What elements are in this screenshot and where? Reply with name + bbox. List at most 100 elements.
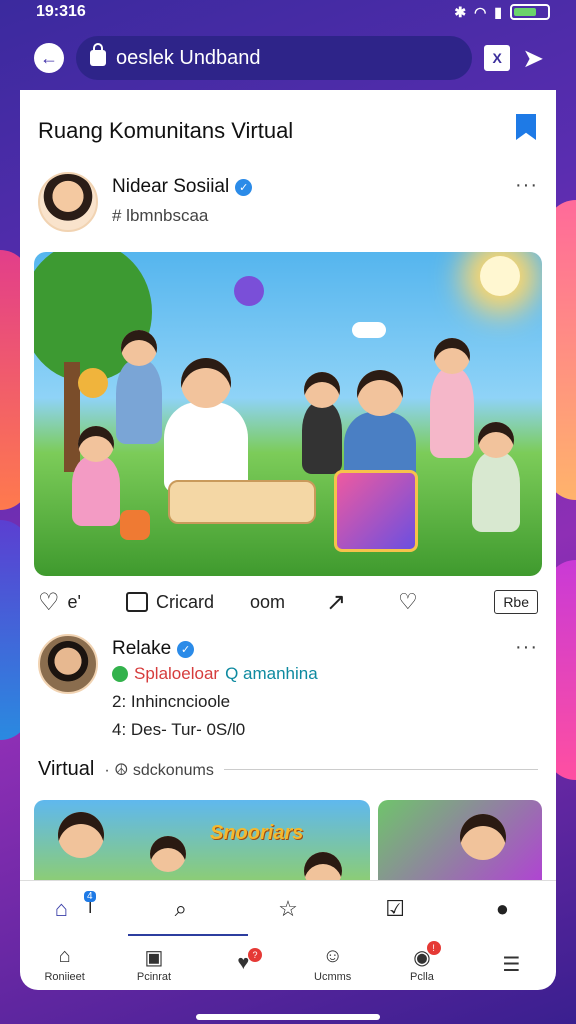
user-icon: ●: [495, 895, 509, 921]
notification-badge: ?: [247, 948, 262, 962]
bookmark-icon[interactable]: [516, 114, 536, 140]
status-icons: ✱ ◠ ▮: [454, 4, 550, 21]
house-icon: ⌂: [54, 895, 69, 921]
game-board-shape: [334, 470, 418, 552]
react-button[interactable]: ♡: [398, 589, 418, 615]
comment-button[interactable]: Cricard: [126, 592, 250, 613]
nav-item-menu[interactable]: ☰: [467, 952, 556, 976]
home-indicator[interactable]: [196, 1014, 380, 1020]
sun-shape: [480, 256, 520, 296]
child-figure: [472, 422, 520, 532]
bottom-nav: ⌂ Roniieet ▣ Pcinrat ♥ ? ☺ Ucmms ◉ ! Pcl…: [20, 938, 556, 990]
page-title: Ruang Komunitans Virtual: [38, 118, 294, 143]
battery-icon: [510, 4, 550, 20]
tab-home-label: I: [88, 899, 93, 917]
toy-shape: [234, 276, 264, 306]
like-button[interactable]: ♡ e': [38, 588, 126, 617]
share-label: oom: [250, 591, 286, 612]
smiley-icon: ☺: [322, 945, 343, 967]
comment-icon: [126, 592, 148, 612]
comment-header: Relake ✓ ···: [38, 634, 538, 694]
child-figure: [72, 426, 120, 526]
nav-label: Roniieet: [44, 971, 85, 983]
house-icon: ⌂: [58, 945, 71, 967]
nav-item-book[interactable]: ▣ Pcinrat: [109, 945, 198, 983]
game-table-shape: [168, 480, 316, 524]
verified-icon: ✓: [177, 640, 195, 658]
tab-inbox[interactable]: ☑: [365, 889, 425, 929]
tab-search[interactable]: ⌕: [151, 889, 211, 929]
nav-item-home[interactable]: ⌂ Roniieet: [20, 945, 109, 983]
author-row: Nidear Sosiial ✓: [112, 176, 501, 198]
verified-icon: ✓: [235, 178, 253, 196]
active-tab-indicator: [128, 934, 248, 936]
tabs-button[interactable]: X: [484, 45, 511, 71]
signal-icon: ▮: [494, 3, 502, 20]
back-button[interactable]: ←: [34, 43, 64, 73]
cloud-shape: [352, 322, 386, 338]
person-shape: [150, 836, 186, 872]
comment-block: Relake ✓ ··· Splaloeloar Q amanhina 2: I…: [38, 634, 538, 740]
comment-meta: Relake ✓: [112, 634, 501, 660]
url-text: oeslek Undband: [116, 46, 261, 69]
avatar[interactable]: [38, 172, 98, 232]
react-icon: ♡: [398, 589, 418, 614]
comment-label: Cricard: [156, 591, 215, 612]
share-text-button[interactable]: oom: [250, 592, 326, 613]
tab-favorites[interactable]: ☆: [258, 889, 318, 929]
search-icon: ⌕: [174, 895, 187, 921]
post-image[interactable]: [34, 252, 542, 576]
section-header: Virtual · ☮ sdckonums: [38, 758, 538, 781]
star-icon: ☆: [278, 895, 298, 921]
thumbnail-card[interactable]: Snooriars: [34, 800, 370, 890]
comment-list-item: 4: Des- Tur- 0S/l0: [112, 720, 246, 739]
book-icon: ▣: [144, 947, 164, 969]
menu-icon: ☰: [502, 954, 521, 976]
nav-label: Ucmms: [314, 971, 352, 983]
share-button[interactable]: ↗: [326, 588, 398, 617]
content-card: Ruang Komunitans Virtual Nidear Sosiial …: [20, 90, 556, 990]
more-options-icon[interactable]: ···: [515, 636, 538, 659]
comment-list-item: 2: Inhincncioole: [112, 692, 231, 711]
tab-home[interactable]: ⌂ 4 I: [44, 889, 104, 929]
nav-item-heart[interactable]: ♥ ?: [199, 948, 288, 976]
section-subtitle: · ☮ sdckonums: [104, 761, 214, 779]
send-icon[interactable]: ➤: [522, 43, 544, 74]
nav-label: Pclla: [410, 971, 434, 983]
home-badge: 4: [84, 890, 96, 902]
person-shape: [58, 812, 104, 858]
lock-icon: [90, 43, 106, 66]
bluetooth-icon: ✱: [454, 3, 467, 20]
status-bar: 19:316 ✱ ◠ ▮: [0, 0, 576, 24]
section-title: Virtual: [38, 758, 95, 780]
tab-profile[interactable]: ●: [472, 889, 532, 929]
thumbnail-card[interactable]: [378, 800, 542, 890]
thumbnail-title: Snooriars: [210, 822, 304, 844]
child-figure: [116, 330, 162, 444]
avatar[interactable]: [38, 634, 98, 694]
person-shape: [460, 814, 506, 860]
adult-figure: [164, 358, 248, 492]
save-button[interactable]: Rbe: [494, 590, 538, 614]
like-count: e': [67, 591, 81, 612]
nav-item-smiley[interactable]: ☺ Ucmms: [288, 945, 377, 983]
share-arrow-icon: ↗: [326, 588, 347, 616]
author-name[interactable]: Nidear Sosiial: [112, 176, 229, 198]
more-options-icon[interactable]: ···: [515, 174, 538, 197]
comment-author-row: Relake ✓: [112, 638, 501, 660]
comment-author[interactable]: Relake: [112, 638, 171, 660]
browser-toolbar: ← oeslek Undband X ➤: [20, 30, 556, 86]
wifi-icon: ◠: [474, 3, 487, 20]
address-bar[interactable]: oeslek Undband: [76, 36, 473, 80]
nav-label: Pcinrat: [136, 971, 172, 983]
child-figure: [430, 338, 474, 458]
post-actions: ♡ e' Cricard oom ↗ ♡ Rbe: [38, 584, 538, 620]
inbox-icon: ☑: [385, 895, 406, 921]
heart-icon: ♡: [38, 588, 60, 616]
nav-item-palette[interactable]: ◉ ! Pclla: [377, 941, 466, 983]
toy-shape: [120, 510, 150, 540]
divider: [223, 769, 538, 770]
post-meta: Nidear Sosiial ✓ # lbmnbscaa: [112, 172, 501, 226]
feed-tab-bar: ⌂ 4 I ⌕ ☆ ☑ ●: [20, 880, 556, 936]
post-header: Nidear Sosiial ✓ # lbmnbscaa ···: [38, 172, 538, 232]
